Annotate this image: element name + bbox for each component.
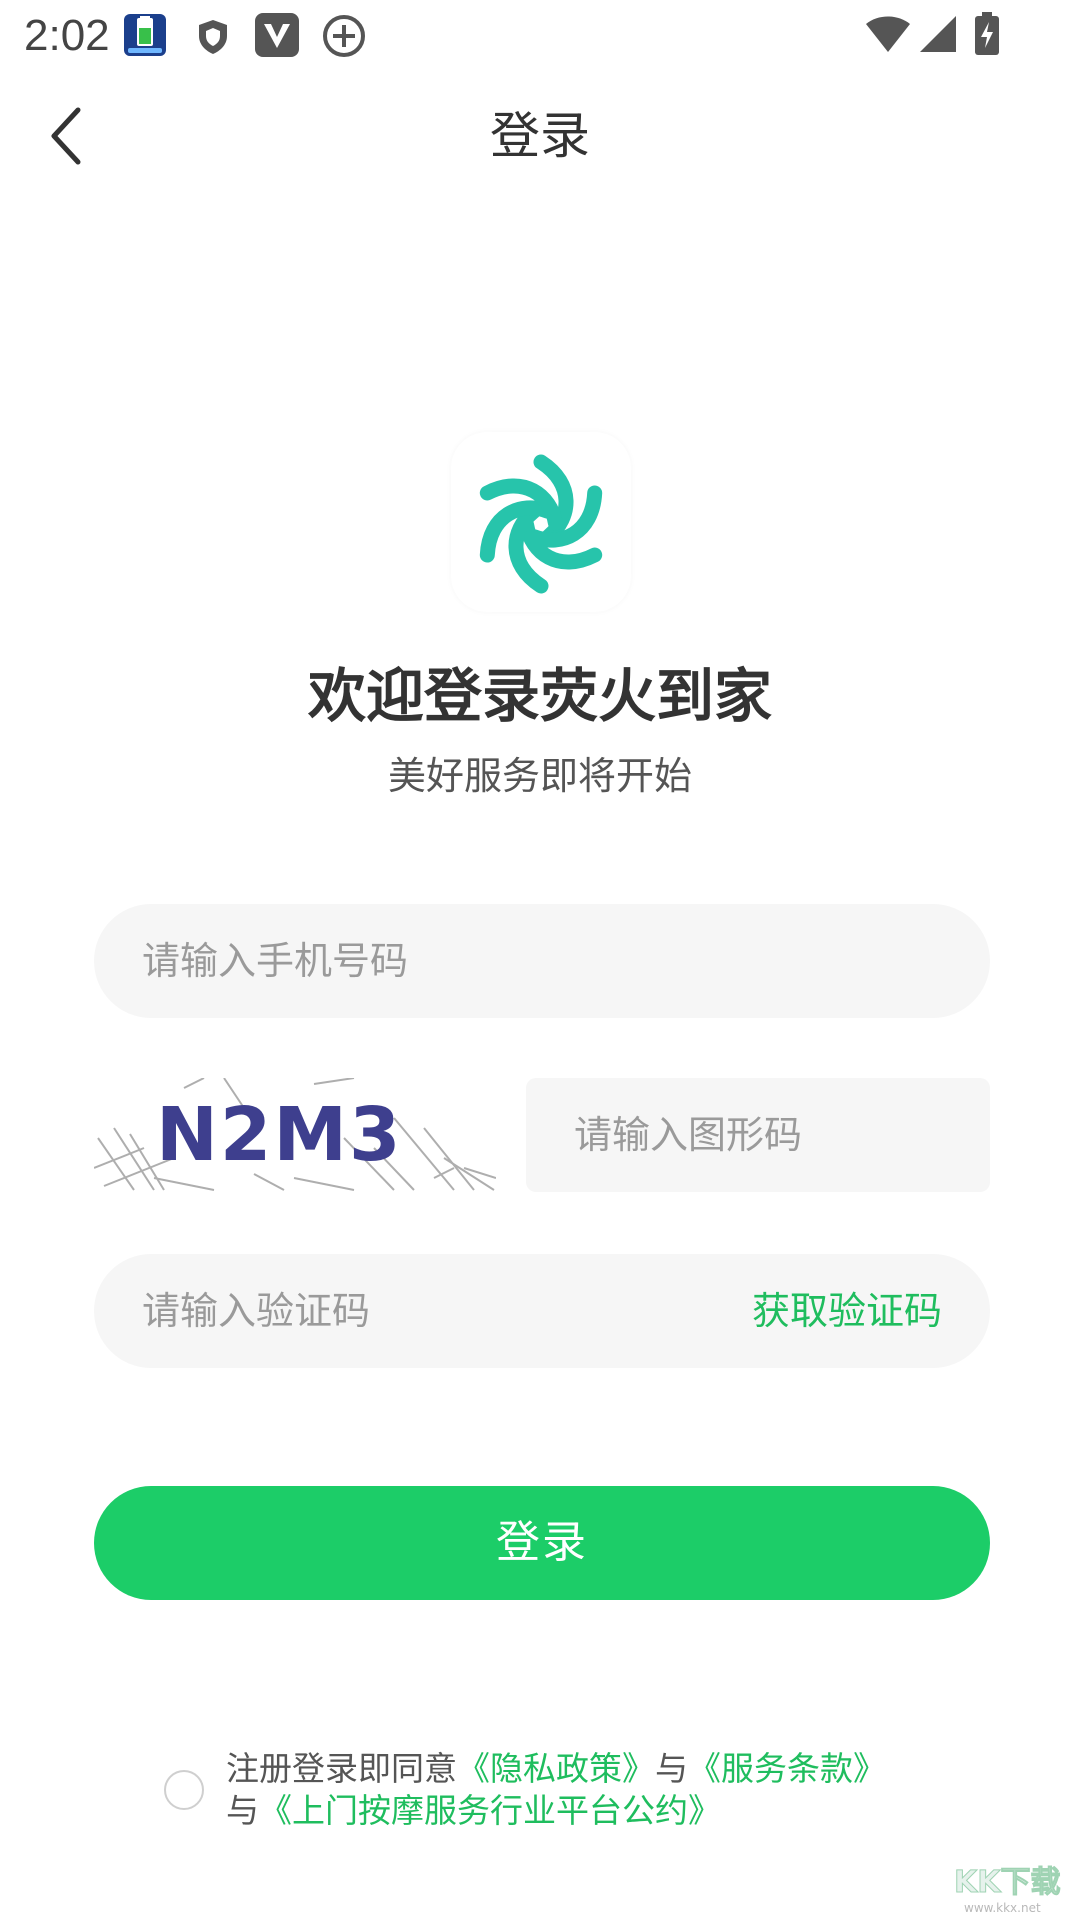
v-app-icon bbox=[254, 12, 300, 62]
svg-text:www.kkx.net: www.kkx.net bbox=[964, 1901, 1041, 1915]
agreement-checkbox[interactable] bbox=[164, 1770, 204, 1810]
flower-logo-icon bbox=[451, 454, 631, 616]
agreement-and-2: 与 bbox=[226, 1791, 259, 1830]
status-time: 2:02 bbox=[24, 11, 110, 60]
agreement-prefix: 注册登录即同意 bbox=[226, 1749, 457, 1788]
platform-convention-link[interactable]: 《上门按摩服务行业平台公约》 bbox=[259, 1791, 721, 1830]
page-title: 登录 bbox=[490, 107, 590, 165]
login-button[interactable]: 登录 bbox=[94, 1486, 990, 1600]
captcha-text: N2M3 bbox=[156, 1092, 403, 1178]
navigation-bar: 登录 bbox=[0, 84, 1080, 188]
wifi-icon bbox=[864, 14, 912, 58]
privacy-policy-link[interactable]: 《隐私政策》 bbox=[457, 1749, 655, 1788]
captcha-field bbox=[526, 1078, 990, 1192]
service-terms-link[interactable]: 《服务条款》 bbox=[688, 1749, 886, 1788]
battery-charging-icon bbox=[974, 12, 1000, 60]
status-bar: 2:02 bbox=[0, 0, 1080, 72]
agreement-text: 注册登录即同意《隐私政策》与《服务条款》 与《上门按摩服务行业平台公约》 bbox=[226, 1748, 986, 1832]
signal-icon bbox=[918, 14, 958, 58]
watermark-logo: KK下载 www.kkx.net bbox=[950, 1856, 1070, 1916]
captcha-input[interactable] bbox=[574, 1078, 942, 1192]
welcome-title: 欢迎登录荧火到家 bbox=[307, 662, 772, 730]
phone-field bbox=[94, 904, 990, 1018]
sms-code-field: 获取验证码 bbox=[94, 1254, 990, 1368]
welcome-subtitle: 美好服务即将开始 bbox=[387, 754, 692, 798]
sms-code-input[interactable] bbox=[142, 1254, 702, 1368]
svg-text:KK下载: KK下载 bbox=[954, 1865, 1061, 1900]
agreement-and-1: 与 bbox=[655, 1749, 688, 1788]
phone-input[interactable] bbox=[142, 904, 942, 1018]
app-logo bbox=[451, 432, 631, 612]
get-code-button[interactable]: 获取验证码 bbox=[752, 1254, 942, 1368]
battery-app-icon bbox=[122, 12, 168, 62]
add-circle-icon bbox=[322, 14, 366, 62]
shield-icon bbox=[196, 18, 230, 60]
captcha-image[interactable]: N2M3 bbox=[94, 1078, 496, 1192]
